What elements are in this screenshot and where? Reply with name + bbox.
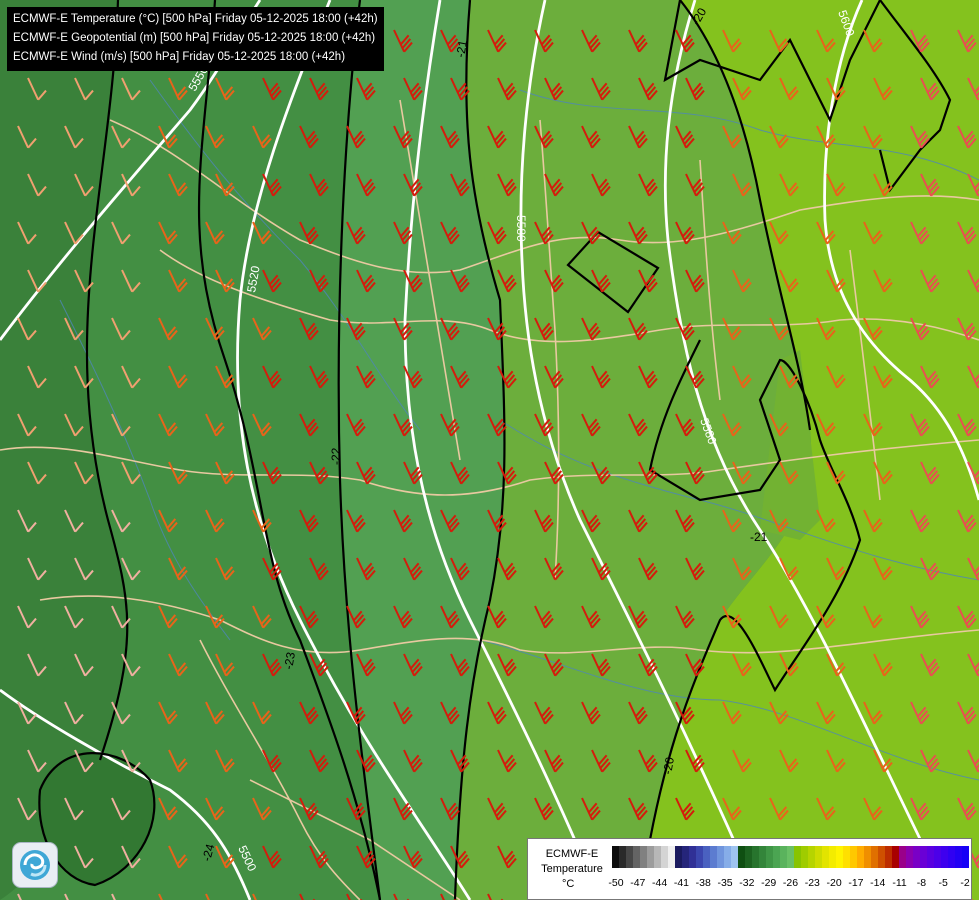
legend-tick: -23 bbox=[804, 877, 820, 889]
legend-swatch bbox=[675, 846, 682, 868]
legend-swatch bbox=[731, 846, 738, 868]
temperature-legend: ECMWF-E Temperature °C -50 -47 -44 -41 -38 -3… bbox=[527, 838, 972, 900]
legend-swatch bbox=[654, 846, 661, 868]
legend-title: ECMWF-E Temperature bbox=[541, 848, 603, 875]
geopotential-label: 5580 bbox=[514, 215, 528, 242]
legend-swatch bbox=[885, 846, 892, 868]
legend-swatch bbox=[682, 846, 689, 868]
legend-tick-labels: -50 -47 -44 -41 -38 -35 -32 -29 -26 -23 -20 -17 -14-… bbox=[608, 877, 970, 891]
temperature-title: ECMWF-E Temperature (°C) [500 hPa] Frida… bbox=[13, 13, 378, 25]
legend-swatch bbox=[633, 846, 640, 868]
legend-swatch bbox=[794, 846, 801, 868]
legend-swatch bbox=[773, 846, 780, 868]
legend-swatch bbox=[829, 846, 836, 868]
legend-swatch bbox=[801, 846, 808, 868]
legend-tick: -29 bbox=[761, 877, 777, 889]
legend-tick: -26 bbox=[782, 877, 799, 889]
legend-swatch bbox=[941, 846, 948, 868]
legend-tick: -2 bbox=[960, 877, 970, 889]
provider-logo-icon[interactable] bbox=[12, 842, 58, 888]
legend-swatch bbox=[906, 846, 913, 868]
legend-swatch bbox=[948, 846, 955, 868]
weather-map[interactable]: -24 -23 -22 -21 -20 -21 -20 5500 5520 55… bbox=[0, 0, 979, 900]
legend-tick: -8 bbox=[916, 877, 927, 889]
legend-tick: -17 bbox=[848, 877, 864, 889]
legend-swatch bbox=[843, 846, 850, 868]
legend-swatch bbox=[647, 846, 654, 868]
legend-swatch bbox=[878, 846, 885, 868]
legend-swatch bbox=[808, 846, 815, 868]
map-title-panel: ECMWF-E Temperature (°C) [500 hPa] Frida… bbox=[7, 7, 384, 71]
legend-swatch bbox=[836, 846, 843, 868]
legend-swatch bbox=[955, 846, 962, 868]
legend-swatch bbox=[696, 846, 703, 868]
legend-tick: -38 bbox=[695, 877, 711, 889]
isotherm-label: -21 bbox=[750, 530, 768, 544]
legend-swatch bbox=[850, 846, 857, 868]
legend-swatch bbox=[822, 846, 829, 868]
legend-swatch bbox=[864, 846, 871, 868]
isotherm-label: -22 bbox=[329, 447, 343, 465]
legend-swatch bbox=[857, 846, 864, 868]
legend-swatch bbox=[787, 846, 794, 868]
legend-swatch bbox=[710, 846, 717, 868]
legend-swatch bbox=[766, 846, 773, 868]
legend-tick: -5 bbox=[938, 877, 948, 889]
legend-swatch bbox=[871, 846, 878, 868]
legend-swatch bbox=[920, 846, 927, 868]
legend-tick: -11 bbox=[892, 877, 907, 889]
legend-tick: -20 bbox=[826, 877, 842, 889]
wind-title: ECMWF-E Wind (m/s) [500 hPa] Friday 05-1… bbox=[13, 51, 346, 63]
legend-swatch bbox=[661, 846, 668, 868]
legend-swatch bbox=[815, 846, 822, 868]
geopotential-title: ECMWF-E Geopotential (m) [500 hPa] Frida… bbox=[13, 32, 376, 44]
legend-swatch bbox=[668, 846, 675, 868]
legend-color-scale bbox=[612, 846, 969, 868]
legend-tick: -32 bbox=[739, 877, 755, 889]
legend-swatch bbox=[899, 846, 906, 868]
legend-tick: -50 bbox=[608, 877, 624, 889]
legend-swatch bbox=[619, 846, 626, 868]
legend-swatch bbox=[703, 846, 710, 868]
legend-swatch bbox=[745, 846, 752, 868]
legend-swatch bbox=[689, 846, 696, 868]
legend-swatch bbox=[780, 846, 787, 868]
legend-swatch bbox=[626, 846, 633, 868]
legend-swatch bbox=[759, 846, 766, 868]
legend-swatch bbox=[913, 846, 920, 868]
legend-swatch bbox=[717, 846, 724, 868]
legend-swatch bbox=[640, 846, 647, 868]
legend-swatch bbox=[738, 846, 745, 868]
legend-swatch bbox=[892, 846, 899, 868]
legend-swatch bbox=[752, 846, 759, 868]
legend-tick: -14 bbox=[870, 877, 886, 889]
legend-swatch bbox=[934, 846, 941, 868]
legend-tick: -35 bbox=[717, 877, 733, 889]
legend-swatch bbox=[724, 846, 731, 868]
legend-swatch bbox=[612, 846, 619, 868]
map-viewer: { "titles": [ "ECMWF-E Temperature (°C) … bbox=[0, 0, 979, 900]
legend-unit: °C bbox=[562, 878, 575, 890]
legend-swatch bbox=[927, 846, 934, 868]
legend-tick: -44 bbox=[652, 877, 668, 889]
legend-swatch bbox=[962, 846, 969, 868]
legend-tick: -41 bbox=[673, 877, 690, 889]
legend-tick: -47 bbox=[630, 877, 646, 889]
